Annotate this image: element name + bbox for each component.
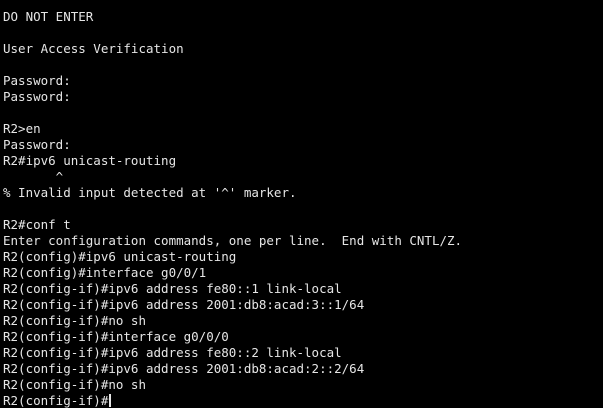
terminal-line: User Access Verification — [3, 41, 184, 56]
terminal-prompt: R2(config-if)# — [3, 393, 109, 408]
terminal-line: R2(config-if)#ipv6 address 2001:db8:acad… — [3, 297, 365, 312]
terminal-line: % Invalid input detected at '^' marker. — [3, 185, 297, 200]
terminal-line: R2#ipv6 unicast-routing — [3, 153, 177, 168]
terminal-line: ^ — [3, 169, 64, 184]
terminal-line: R2#conf t — [3, 217, 71, 232]
terminal-input-line[interactable]: R2(config-if)# — [3, 393, 603, 408]
terminal-window[interactable]: DO NOT ENTER User Access Verification Pa… — [0, 0, 603, 408]
terminal-line: DO NOT ENTER — [3, 9, 94, 24]
terminal-line: R2(config-if)#ipv6 address fe80::1 link-… — [3, 281, 342, 296]
terminal-line: R2(config-if)#ipv6 address fe80::2 link-… — [3, 345, 342, 360]
terminal-line: R2(config)#interface g0/0/1 — [3, 265, 207, 280]
terminal-line: R2(config-if)#no sh — [3, 313, 146, 328]
text-cursor — [109, 394, 112, 407]
terminal-line: R2(config-if)#interface g0/0/0 — [3, 329, 229, 344]
terminal-line: Password: — [3, 89, 71, 104]
terminal-line: R2(config)#ipv6 unicast-routing — [3, 249, 237, 264]
terminal-line: Enter configuration commands, one per li… — [3, 233, 463, 248]
terminal-line: Password: — [3, 137, 71, 152]
terminal-line: Password: — [3, 73, 71, 88]
terminal-line: R2(config-if)#no sh — [3, 377, 146, 392]
terminal-line: R2>en — [3, 121, 41, 136]
terminal-line: R2(config-if)#ipv6 address 2001:db8:acad… — [3, 361, 365, 376]
